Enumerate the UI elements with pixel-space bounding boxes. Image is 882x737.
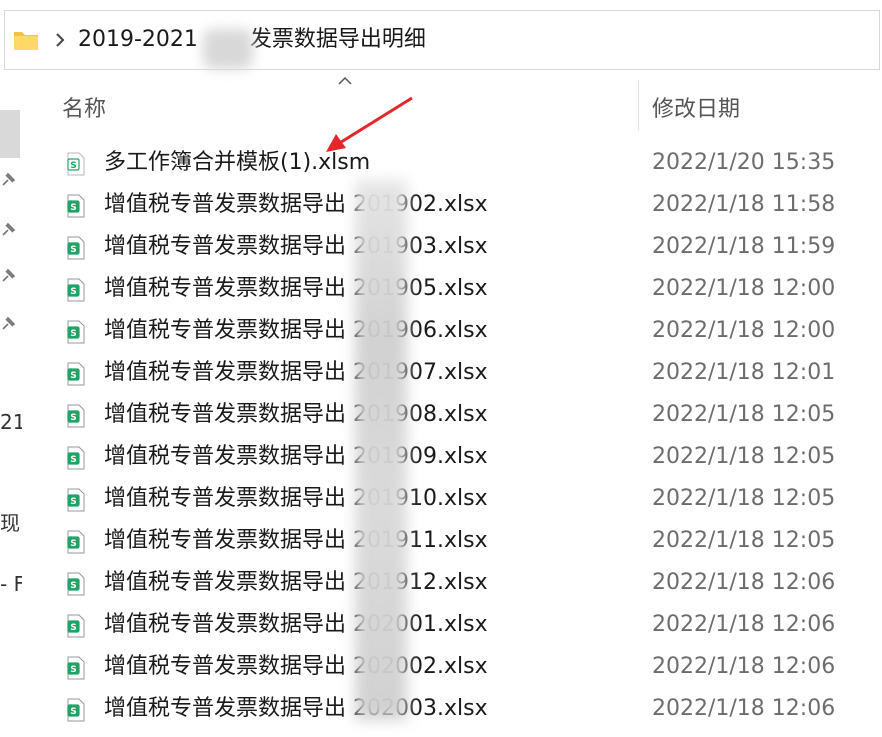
svg-text:S: S bbox=[70, 497, 76, 507]
excel-file-icon: S bbox=[67, 404, 85, 428]
nav-selected-item[interactable] bbox=[0, 110, 20, 158]
excel-file-icon: S bbox=[67, 320, 85, 344]
file-modified-date: 2022/1/18 12:01 bbox=[652, 360, 836, 385]
file-row[interactable]: S 增值税专普发票数据导出 201906.xlsx 2022/1/18 12:00 bbox=[30, 311, 882, 353]
excel-file-icon: S bbox=[67, 362, 85, 386]
file-name: 增值税专普发票数据导出 201907.xlsx bbox=[104, 360, 488, 385]
file-name: 增值税专普发票数据导出 201906.xlsx bbox=[104, 318, 488, 343]
chevron-up-icon[interactable] bbox=[337, 74, 353, 86]
file-name: 增值税专普发票数据导出 201912.xlsx bbox=[104, 570, 488, 595]
svg-text:S: S bbox=[70, 203, 76, 213]
file-modified-date: 2022/1/18 11:58 bbox=[652, 192, 836, 217]
file-modified-date: 2022/1/18 12:06 bbox=[652, 654, 836, 679]
file-name: 增值税专普发票数据导出 202003.xlsx bbox=[104, 696, 488, 721]
file-modified-date: 2022/1/18 12:05 bbox=[652, 444, 836, 469]
excel-file-icon: S bbox=[67, 530, 85, 554]
svg-text:S: S bbox=[70, 623, 76, 633]
column-header-modified[interactable]: 修改日期 bbox=[652, 91, 740, 123]
nav-item-partial[interactable]: 21 bbox=[0, 410, 22, 434]
breadcrumb-suffix: 发票数据导出明细 bbox=[249, 27, 426, 52]
svg-text:S: S bbox=[70, 287, 76, 297]
file-name: 增值税专普发票数据导出 202002.xlsx bbox=[104, 654, 488, 679]
svg-text:S: S bbox=[70, 329, 76, 339]
file-modified-date: 2022/1/18 12:06 bbox=[652, 696, 836, 721]
column-divider[interactable] bbox=[638, 80, 639, 130]
file-row[interactable]: S 增值税专普发票数据导出 202003.xlsx 2022/1/18 12:06 bbox=[30, 689, 882, 731]
redacted-blur bbox=[203, 29, 253, 69]
excel-file-icon: S bbox=[67, 194, 85, 218]
nav-item-partial[interactable]: 现 bbox=[0, 507, 22, 536]
svg-text:S: S bbox=[70, 707, 76, 717]
svg-text:S: S bbox=[70, 665, 76, 675]
file-modified-date: 2022/1/20 15:35 bbox=[652, 150, 836, 175]
file-name: 增值税专普发票数据导出 201910.xlsx bbox=[104, 486, 488, 511]
file-row[interactable]: S 增值税专普发票数据导出 201912.xlsx 2022/1/18 12:06 bbox=[30, 563, 882, 605]
column-header-name[interactable]: 名称 bbox=[62, 91, 106, 123]
excel-file-icon: S bbox=[67, 488, 85, 512]
file-name: 增值税专普发票数据导出 201905.xlsx bbox=[104, 276, 488, 301]
svg-text:S: S bbox=[70, 245, 76, 255]
file-modified-date: 2022/1/18 12:05 bbox=[652, 402, 836, 427]
file-name: 增值税专普发票数据导出 202001.xlsx bbox=[104, 612, 488, 637]
excel-file-icon: S bbox=[67, 572, 85, 596]
excel-macro-file-icon: S bbox=[67, 152, 85, 176]
svg-text:S: S bbox=[70, 371, 76, 381]
file-modified-date: 2022/1/18 12:05 bbox=[652, 528, 836, 553]
address-bar[interactable]: 2019-2021 发票数据导出明细 bbox=[4, 10, 880, 70]
file-row[interactable]: S 增值税专普发票数据导出 201908.xlsx 2022/1/18 12:05 bbox=[30, 395, 882, 437]
pin-icon bbox=[2, 268, 16, 282]
chevron-right-icon[interactable] bbox=[53, 31, 67, 49]
file-row[interactable]: S 增值税专普发票数据导出 201910.xlsx 2022/1/18 12:05 bbox=[30, 479, 882, 521]
excel-file-icon: S bbox=[67, 236, 85, 260]
svg-text:S: S bbox=[70, 581, 76, 591]
file-name: 增值税专普发票数据导出 201903.xlsx bbox=[104, 234, 488, 259]
pin-icon bbox=[2, 316, 16, 330]
svg-text:S: S bbox=[70, 161, 76, 171]
file-row[interactable]: S 增值税专普发票数据导出 201902.xlsx 2022/1/18 11:58 bbox=[30, 185, 882, 227]
svg-text:S: S bbox=[70, 413, 76, 423]
file-row[interactable]: S 增值税专普发票数据导出 201909.xlsx 2022/1/18 12:05 bbox=[30, 437, 882, 479]
file-modified-date: 2022/1/18 12:05 bbox=[652, 486, 836, 511]
file-name: 增值税专普发票数据导出 201911.xlsx bbox=[104, 528, 488, 553]
file-row[interactable]: S 多工作簿合并模板(1).xlsm 2022/1/20 15:35 bbox=[30, 143, 882, 185]
svg-text:S: S bbox=[70, 539, 76, 549]
file-name: 增值税专普发票数据导出 201902.xlsx bbox=[104, 192, 488, 217]
file-row[interactable]: S 增值税专普发票数据导出 201905.xlsx 2022/1/18 12:00 bbox=[30, 269, 882, 311]
excel-file-icon: S bbox=[67, 278, 85, 302]
pin-icon bbox=[2, 222, 16, 236]
file-modified-date: 2022/1/18 12:00 bbox=[652, 276, 836, 301]
file-row[interactable]: S 增值税专普发票数据导出 202001.xlsx 2022/1/18 12:06 bbox=[30, 605, 882, 647]
file-modified-date: 2022/1/18 12:06 bbox=[652, 570, 836, 595]
file-name: 增值税专普发票数据导出 201908.xlsx bbox=[104, 402, 488, 427]
file-row[interactable]: S 增值税专普发票数据导出 202002.xlsx 2022/1/18 12:06 bbox=[30, 647, 882, 689]
file-modified-date: 2022/1/18 11:59 bbox=[652, 234, 836, 259]
file-row[interactable]: S 增值税专普发票数据导出 201907.xlsx 2022/1/18 12:01 bbox=[30, 353, 882, 395]
file-modified-date: 2022/1/18 12:00 bbox=[652, 318, 836, 343]
file-row[interactable]: S 增值税专普发票数据导出 201911.xlsx 2022/1/18 12:05 bbox=[30, 521, 882, 563]
redacted-blur bbox=[355, 180, 407, 720]
folder-icon bbox=[14, 32, 38, 50]
excel-file-icon: S bbox=[67, 446, 85, 470]
file-row[interactable]: S 增值税专普发票数据导出 201903.xlsx 2022/1/18 11:59 bbox=[30, 227, 882, 269]
nav-item-partial[interactable]: - F bbox=[0, 572, 22, 596]
annotation-arrow-icon bbox=[326, 96, 413, 152]
excel-file-icon: S bbox=[67, 698, 85, 722]
pin-icon bbox=[2, 172, 16, 186]
svg-text:S: S bbox=[70, 455, 76, 465]
breadcrumb-prefix: 2019-2021 bbox=[78, 27, 198, 52]
file-modified-date: 2022/1/18 12:06 bbox=[652, 612, 836, 637]
file-name: 增值税专普发票数据导出 201909.xlsx bbox=[104, 444, 488, 469]
excel-file-icon: S bbox=[67, 614, 85, 638]
excel-file-icon: S bbox=[67, 656, 85, 680]
